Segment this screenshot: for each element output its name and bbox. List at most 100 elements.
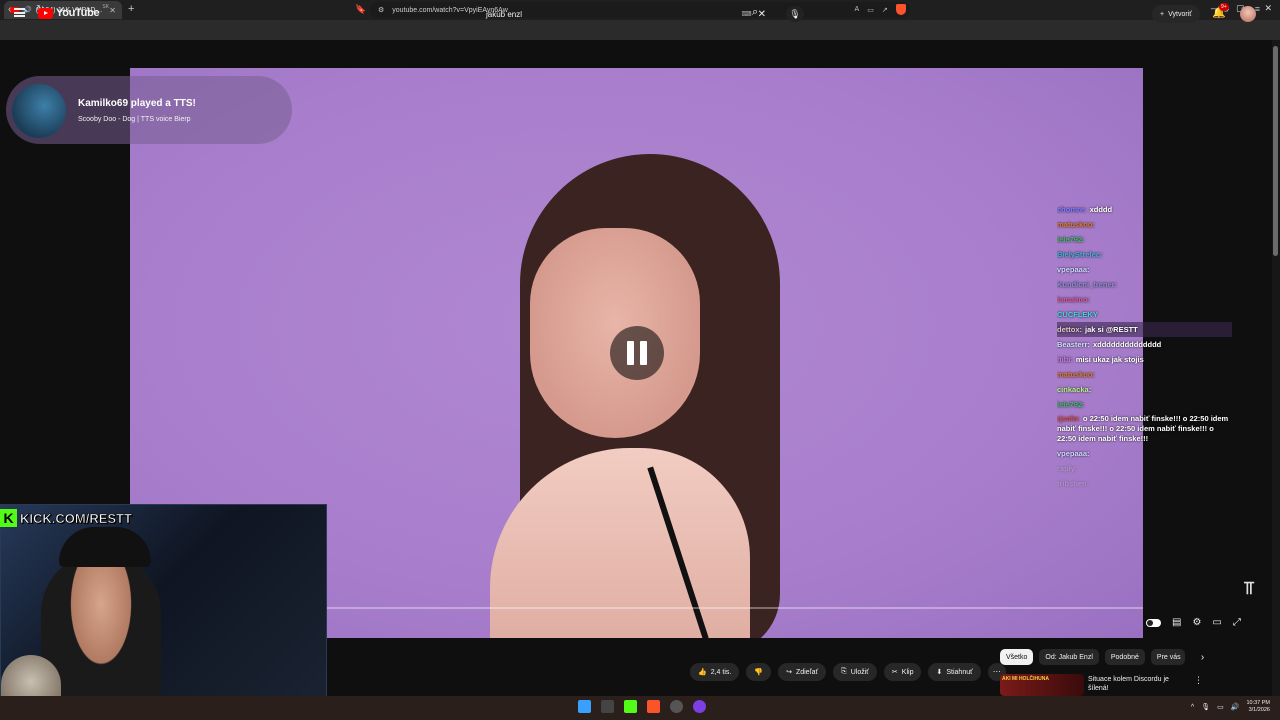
chat-username[interactable]: matuskoo: [1057, 370, 1095, 379]
save-button[interactable]: ⎘ Uložiť [833, 663, 877, 681]
youtube-play-logo-icon [38, 7, 53, 19]
twitch-app-icon[interactable] [693, 700, 706, 713]
chat-username[interactable]: rjsolo: [1057, 414, 1080, 423]
task-view-icon[interactable] [601, 700, 614, 713]
share-button[interactable]: ↪ Zdieľať [778, 663, 827, 681]
chat-message: Kundicni_trener: [1057, 277, 1232, 292]
search-query: jakub enzl [486, 9, 523, 19]
tab-close-icon[interactable]: ✕ [109, 6, 116, 15]
share-arrow-icon: ↪ [786, 669, 792, 676]
search-input[interactable]: jakub enzl ⌨ ✕ [478, 5, 774, 23]
chevron-right-icon[interactable]: › [1201, 652, 1204, 663]
subtitles-icon[interactable]: ▤ [1172, 617, 1181, 628]
chat-message: vpepaaa: [1057, 446, 1232, 461]
streamer-webcam [0, 504, 327, 720]
microphone-tray-icon[interactable]: 🎙 [1201, 703, 1210, 711]
kick-banner: K KICK.COM/RESTT [0, 508, 132, 528]
new-tab-button[interactable]: + [128, 3, 134, 15]
chip-for-you[interactable]: Pre vás [1150, 649, 1185, 665]
chat-username[interactable]: cinkacka: [1057, 385, 1091, 394]
chat-username[interactable]: Beasterr: [1057, 340, 1090, 349]
chat-message: vpepaaa: [1057, 262, 1232, 277]
chat-message: BielyStrelec: [1057, 247, 1232, 262]
back-arrow-icon[interactable]: ‹ [8, 4, 11, 15]
chat-username[interactable]: dettox: [1057, 325, 1082, 334]
chat-message: rjsolo: o 22:50 idem nabiť finske!!! o 22… [1057, 412, 1232, 446]
avatar[interactable] [1240, 6, 1256, 22]
fullscreen-icon[interactable]: ⤢ [1233, 617, 1241, 628]
chat-username[interactable]: vpepaaa: [1057, 449, 1090, 458]
kick-app-icon[interactable] [624, 700, 637, 713]
chip-from-channel[interactable]: Od: Jakub Enzl [1039, 649, 1099, 665]
scrollbar-thumb[interactable] [1273, 46, 1278, 256]
chat-username[interactable]: lele792: [1057, 400, 1085, 409]
network-icon[interactable]: ▭ [1217, 703, 1224, 711]
chat-username[interactable]: matuskoo: [1057, 220, 1095, 229]
chat-username[interactable]: chomre: [1057, 205, 1087, 214]
microphone-icon[interactable]: 🎙 [786, 6, 804, 22]
download-button[interactable]: ⬇ Stiahnuť [928, 663, 981, 681]
recommendation-chips: Všetko Od: Jakub Enzl Podobné Pre vás › [1000, 649, 1204, 665]
windows-start-icon[interactable] [578, 700, 591, 713]
scissors-icon: ✂ [891, 669, 898, 676]
address-bar-actions: A ▭ ↗ ☆ [855, 6, 902, 14]
kick-url: KICK.COM/RESTT [20, 510, 133, 526]
clip-label: Klip [901, 668, 914, 676]
cast-icon[interactable]: ▭ [867, 6, 874, 14]
obs-icon[interactable] [670, 700, 683, 713]
youtube-logo[interactable]: YouTube SK [38, 4, 109, 19]
plus-icon: + [1160, 10, 1165, 18]
chat-message: matuskoo: [1057, 217, 1232, 232]
recommended-title[interactable]: Situace kolem Discordu je šílená! [1088, 675, 1188, 693]
clock-date: 3/1/2026 [1248, 707, 1270, 713]
autoplay-toggle[interactable] [1146, 618, 1161, 627]
clip-button[interactable]: ✂ Klip [883, 663, 922, 681]
chip-related[interactable]: Podobné [1104, 649, 1145, 665]
translate-icon[interactable]: A [855, 6, 860, 14]
youtube-header [0, 40, 1280, 68]
window-close-button[interactable]: ✕ [1264, 3, 1272, 14]
chat-username[interactable]: raply: [1057, 464, 1077, 473]
kebab-menu-icon[interactable]: ⋮ [1194, 675, 1203, 686]
chat-username[interactable]: hibi: [1057, 355, 1073, 364]
settings-gear-icon[interactable]: ⚙ [1192, 617, 1201, 628]
video-actions: 👍 2,4 tis. 👎 ↪ Zdieľať ⎘ Uložiť ✂ Klip ⬇… [690, 663, 1006, 681]
video-progress-bar[interactable] [326, 607, 1143, 609]
tray-chevron-icon[interactable]: ^ [1191, 704, 1194, 711]
chat-message: chomre: xdddd [1057, 202, 1232, 217]
chat-message: lamaimo: [1057, 292, 1232, 307]
brave-browser-icon[interactable] [647, 700, 660, 713]
keyboard-icon[interactable]: ⌨ [742, 10, 752, 18]
brave-shield-icon[interactable] [896, 4, 906, 15]
clock[interactable]: 10:37 PM 3/1/2026 [1246, 700, 1270, 714]
theater-mode-icon[interactable]: ▭ [1212, 617, 1221, 628]
hamburger-menu-icon[interactable] [14, 8, 25, 17]
chat-username[interactable]: lamaimo: [1057, 295, 1090, 304]
pause-icon[interactable] [610, 326, 664, 380]
chip-all[interactable]: Všetko [1000, 649, 1034, 665]
bookmark-icon[interactable]: 🔖 [355, 4, 366, 15]
notification-badge: 9+ [1219, 3, 1229, 11]
chat-username[interactable]: tribstien: [1057, 479, 1089, 488]
chat-username[interactable]: lele792: [1057, 235, 1085, 244]
search-icon[interactable]: ⌕ [752, 6, 758, 19]
kick-logo-icon: K [0, 509, 17, 527]
share-icon[interactable]: ↗ [882, 6, 888, 14]
chat-username[interactable]: CUCFLEKY [1057, 310, 1098, 319]
tts-title: Kamilko69 played a TTS! [78, 98, 196, 109]
volume-icon[interactable]: 🔊 [1231, 703, 1240, 711]
like-button[interactable]: 👍 2,4 tis. [690, 663, 740, 681]
site-info-icon[interactable]: ⚙ [378, 6, 384, 14]
chat-username[interactable]: Kundicni_trener: [1057, 280, 1117, 289]
tts-avatar [12, 84, 66, 138]
recommended-thumbnail[interactable]: AKI MI HOLČIHUNA [1000, 674, 1084, 696]
video-subject-face [530, 228, 700, 438]
clear-search-icon[interactable]: ✕ [758, 9, 766, 20]
streamer-cap [59, 527, 151, 567]
create-button[interactable]: + Vytvoriť [1152, 5, 1200, 23]
dislike-button[interactable]: 👎 [746, 663, 772, 681]
channel-watermark-icon[interactable]: ⫪ [1244, 578, 1254, 599]
tts-subtitle: Scooby Doo - Dog | TTS voice Bierp [78, 116, 191, 123]
chat-username[interactable]: BielyStrelec: [1057, 250, 1102, 259]
chat-username[interactable]: vpepaaa: [1057, 265, 1090, 274]
